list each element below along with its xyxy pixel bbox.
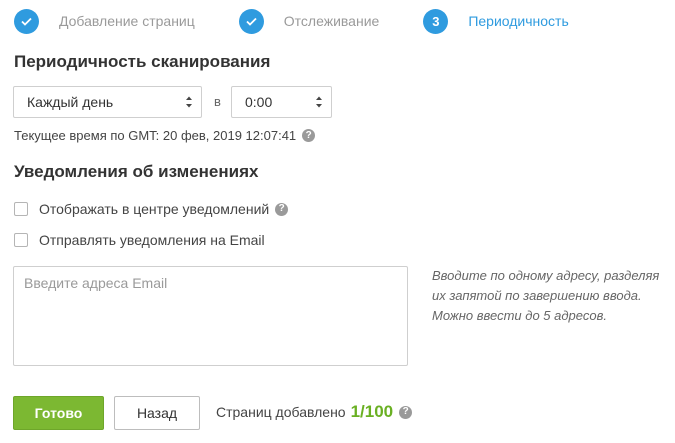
email-notify-row[interactable]: Отправлять уведомления на Email [14, 232, 265, 248]
done-button[interactable]: Готово [13, 396, 104, 430]
check-icon [238, 8, 264, 34]
time-value: 0:00 [245, 94, 273, 110]
email-notify-checkbox[interactable] [14, 233, 28, 247]
notify-center-row[interactable]: Отображать в центре уведомлений ? [14, 201, 289, 217]
select-arrows-icon [186, 96, 192, 108]
hint-line: Вводите по одному адресу, разделяя [432, 268, 660, 283]
help-icon[interactable]: ? [399, 405, 413, 419]
step-add-pages[interactable]: Добавление страниц [14, 8, 195, 34]
pages-added-count: 1/100 [350, 402, 394, 421]
pages-added-status: Страниц добавлено 1/100 ? [216, 402, 413, 422]
step-label: Добавление страниц [59, 13, 195, 29]
current-time-text: Текущее время по GMT: 20 фев, 2019 12:07… [14, 128, 297, 143]
notify-center-label: Отображать в центре уведомлений [39, 201, 270, 217]
hint-line: Можно ввести до 5 адресов. [432, 308, 607, 323]
wizard-stepper: Добавление страниц Отслеживание 3 Период… [14, 6, 613, 36]
back-button[interactable]: Назад [114, 396, 200, 430]
scan-heading: Периодичность сканирования [14, 52, 271, 71]
pages-added-label: Страниц добавлено [216, 404, 346, 420]
email-notify-label: Отправлять уведомления на Email [39, 232, 265, 248]
frequency-value: Каждый день [27, 94, 114, 110]
notifications-heading: Уведомления об изменениях [14, 162, 259, 181]
check-icon [14, 8, 39, 34]
step-number: 3 [423, 8, 449, 34]
time-select[interactable]: 0:00 [231, 86, 332, 118]
help-icon[interactable]: ? [302, 129, 316, 142]
step-periodicity[interactable]: 3 Периодичность [423, 8, 569, 34]
step-label: Отслеживание [283, 13, 380, 29]
email-hint: Вводите по одному адресу, разделяя их за… [432, 266, 662, 326]
frequency-select[interactable]: Каждый день [13, 86, 202, 118]
step-label: Периодичность [468, 13, 569, 29]
hint-line: их запятой по завершению ввода. [432, 288, 642, 303]
time-separator: в [214, 94, 221, 109]
notify-center-checkbox[interactable] [14, 202, 28, 216]
email-input[interactable] [13, 266, 408, 366]
select-arrows-icon [316, 96, 322, 108]
step-tracking[interactable]: Отслеживание [238, 8, 380, 34]
current-time-row: Текущее время по GMT: 20 фев, 2019 12:07… [14, 128, 316, 143]
scan-settings-page: Добавление страниц Отслеживание 3 Период… [0, 0, 675, 443]
help-icon[interactable]: ? [275, 202, 289, 216]
